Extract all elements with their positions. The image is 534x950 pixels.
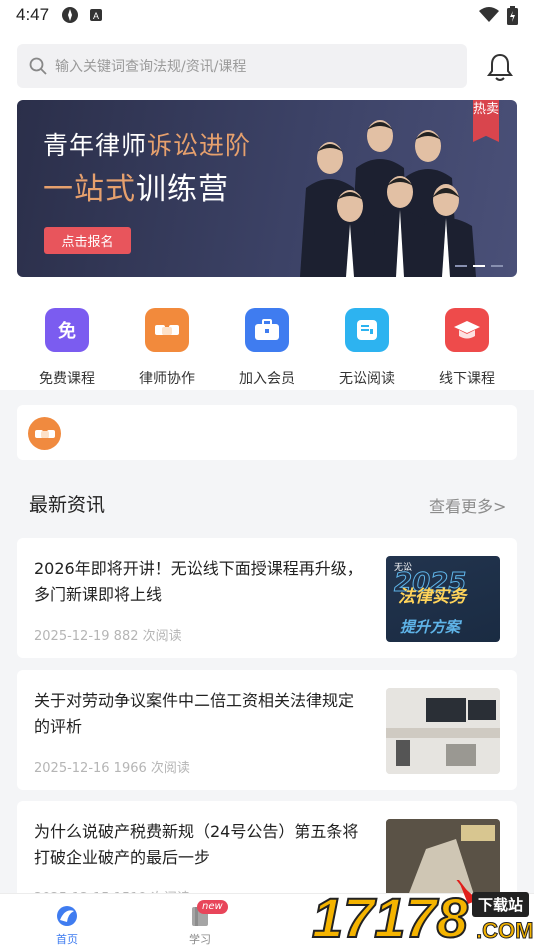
quick-link-lawyer-collab[interactable]: 律师协作 xyxy=(117,300,217,390)
bell-icon[interactable] xyxy=(486,52,514,82)
status-bar: 4:47 A xyxy=(0,0,534,30)
search-placeholder: 输入关键词查询法规/资讯/课程 xyxy=(55,59,247,75)
banner-headline-1: 青年律师诉讼进阶 xyxy=(43,131,252,160)
thumb-subtitle: 提升方案 xyxy=(400,618,461,636)
quick-link-label: 加入会员 xyxy=(239,371,295,387)
article-meta: 2025-12-19 882 次阅读 xyxy=(34,629,182,644)
article-title: 关于对劳动争议案件中二倍工资相关法律规定的评析 xyxy=(34,691,355,736)
graduation-icon xyxy=(445,308,489,352)
article-thumbnail: 无讼 2025 法律实务 提升方案 xyxy=(386,556,500,642)
search-icon xyxy=(29,57,47,75)
site-watermark: 17178 .COM 下载站 xyxy=(310,759,534,950)
reading-icon xyxy=(345,308,389,352)
thumb-title: 法律实务 xyxy=(398,587,466,607)
quick-link-membership[interactable]: 加入会员 xyxy=(217,300,317,390)
news-section-title: 最新资讯 xyxy=(29,494,106,516)
view-more-link[interactable]: 查看更多> xyxy=(429,493,506,517)
article-meta: 2025-12-16 1966 次阅读 xyxy=(34,761,190,776)
article-title: 为什么说破产税费新规（24号公告）第五条将打破企业破产的最后一步 xyxy=(34,822,359,867)
quick-link-label: 无讼阅读 xyxy=(339,371,395,387)
handshake-icon xyxy=(28,417,61,450)
tab-study[interactable]: new 学习 xyxy=(170,894,230,950)
status-time: 4:47 xyxy=(16,5,50,24)
quick-links: 免 免费课程 律师协作 加入会员 无讼阅读 线下课程 xyxy=(17,300,517,390)
banner-headline-2: 一站式训练营 xyxy=(43,172,229,207)
hot-badge: 热卖 xyxy=(473,100,499,142)
promo-banner[interactable]: 青年律师诉讼进阶 一站式训练营 点击报名 热卖 xyxy=(17,100,517,277)
battery-icon xyxy=(507,5,518,25)
tab-home[interactable]: 首页 xyxy=(37,894,97,950)
watermark-tag: 下载站 xyxy=(472,892,530,917)
watermark-number: 17178 xyxy=(311,886,469,949)
lawyers-photo xyxy=(300,120,476,277)
quick-link-free-courses[interactable]: 免 免费课程 xyxy=(17,300,117,390)
wifi-icon xyxy=(479,7,499,22)
free-icon: 免 xyxy=(45,308,89,352)
compass-icon xyxy=(62,7,79,23)
handshake-icon xyxy=(145,308,189,352)
tab-label: 首页 xyxy=(56,933,78,946)
svg-text:A: A xyxy=(93,11,99,21)
carousel-indicator xyxy=(455,265,503,267)
quick-link-label: 律师协作 xyxy=(139,371,195,387)
article-title: 2026年即将开讲！无讼线下面授课程再升级，多门新课即将上线 xyxy=(34,559,363,604)
quick-link-label: 线下课程 xyxy=(439,371,495,387)
new-badge: new xyxy=(197,900,228,914)
article-thumbnail xyxy=(386,688,500,774)
briefcase-icon xyxy=(245,308,289,352)
notice-bar[interactable] xyxy=(17,405,517,460)
quick-link-label: 免费课程 xyxy=(39,371,95,387)
article-card[interactable]: 关于对劳动争议案件中二倍工资相关法律规定的评析 2025-12-16 1966 … xyxy=(17,670,517,790)
home-icon xyxy=(57,906,77,926)
a-icon: A xyxy=(90,9,103,21)
signup-button[interactable]: 点击报名 xyxy=(44,227,131,254)
tab-label: 学习 xyxy=(189,933,211,946)
search-bar[interactable]: 输入关键词查询法规/资讯/课程 xyxy=(17,44,467,88)
watermark-domain: .COM xyxy=(475,918,534,944)
quick-link-offline-courses[interactable]: 线下课程 xyxy=(417,300,517,390)
svg-text:免: 免 xyxy=(58,320,76,342)
article-card[interactable]: 2026年即将开讲！无讼线下面授课程再升级，多门新课即将上线 2025-12-1… xyxy=(17,538,517,658)
quick-link-reading[interactable]: 无讼阅读 xyxy=(317,300,417,390)
